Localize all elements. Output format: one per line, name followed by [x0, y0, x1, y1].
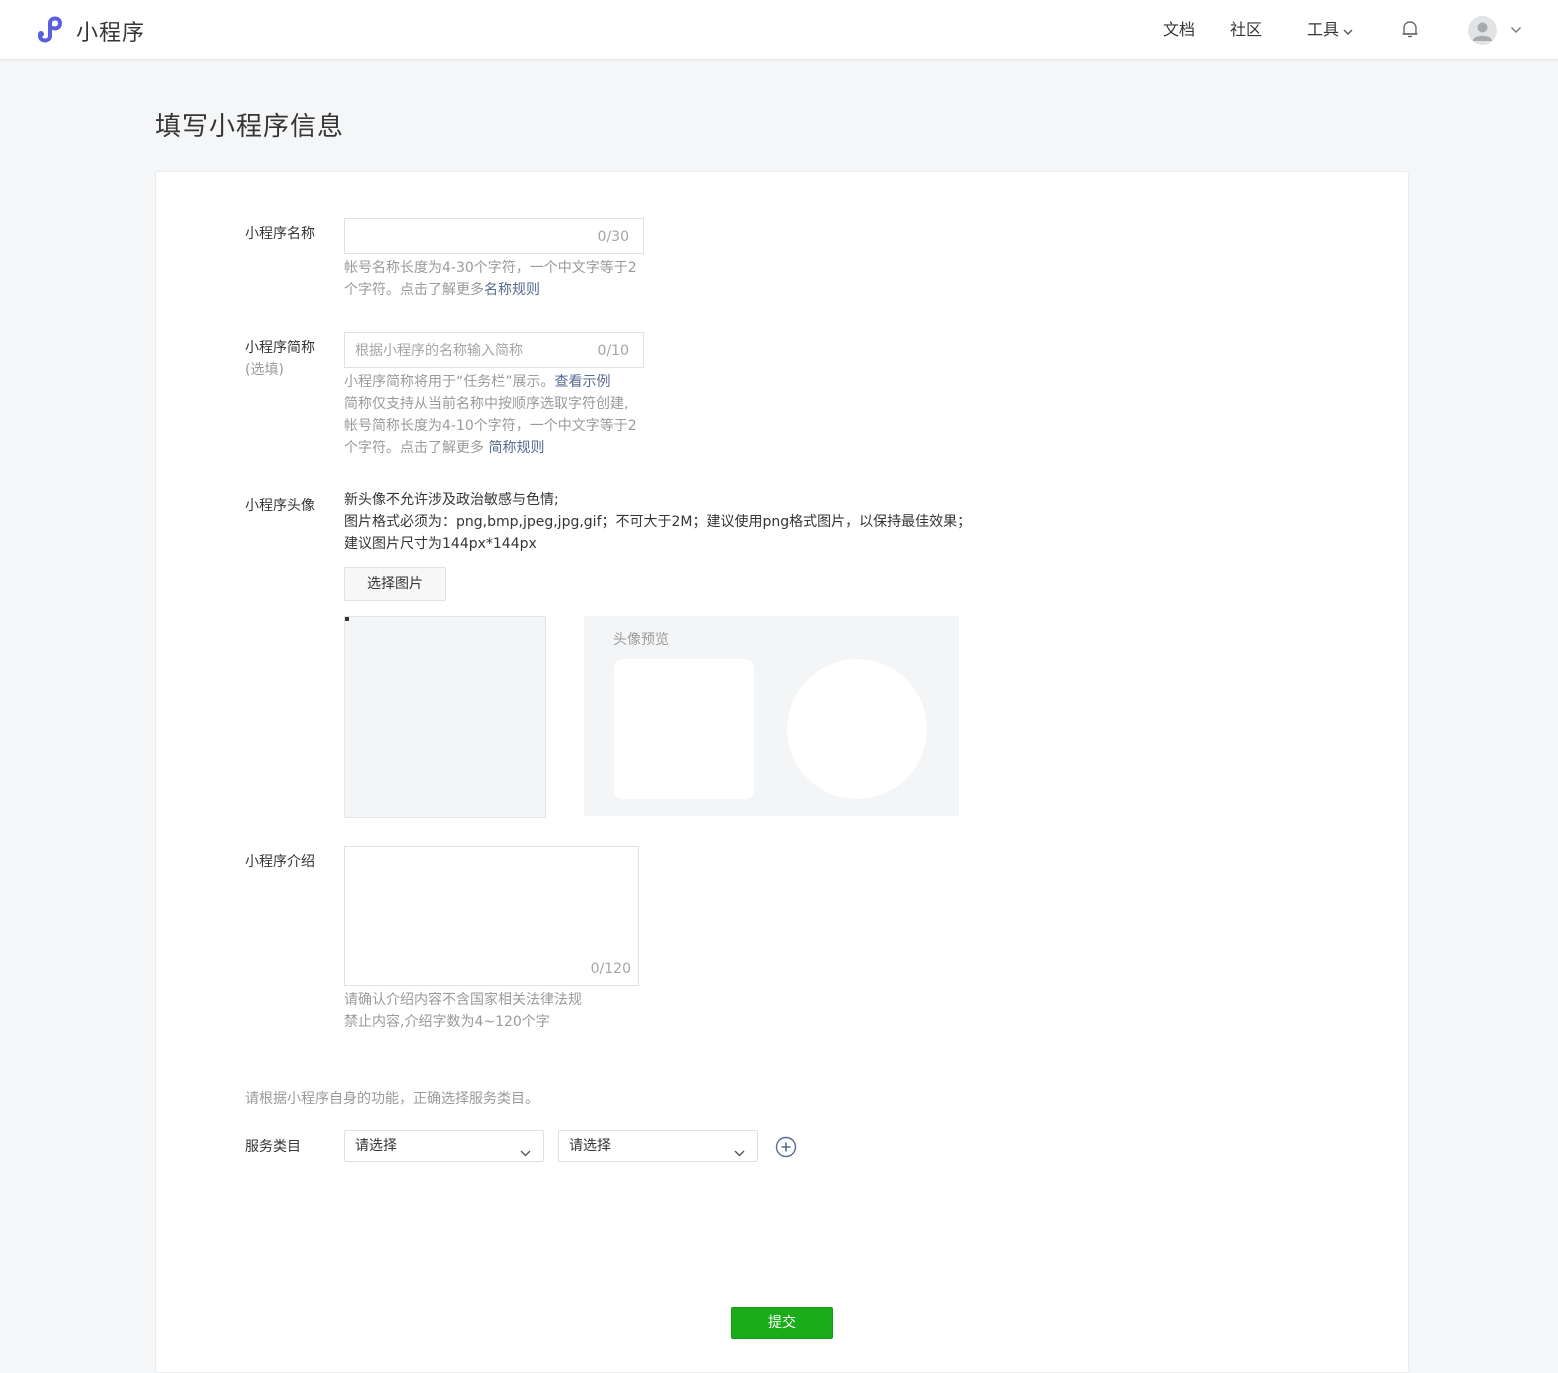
logo[interactable]: 小程序 — [36, 14, 145, 48]
intro-hint-line1: 请确认介绍内容不含国家相关法律法规 — [344, 992, 582, 1008]
avatar-crop-area[interactable] — [344, 616, 546, 818]
avatar-rule-line3: 建议图片尺寸为144px*144px — [344, 536, 537, 552]
name-input[interactable]: 0/30 — [344, 218, 644, 254]
name-label: 小程序名称 — [245, 226, 315, 242]
intro-hint: 请确认介绍内容不含国家相关法律法规 禁止内容,介绍字数为4~120个字 — [344, 989, 644, 1033]
category-notice: 请根据小程序自身的功能，正确选择服务类目。 — [245, 1091, 539, 1107]
category-label: 服务类目 — [245, 1139, 301, 1155]
avatar-label: 小程序头像 — [245, 498, 315, 514]
avatar-rule-line2: 图片格式必须为：png,bmp,jpeg,jpg,gif；不可大于2M；建议使用… — [344, 514, 972, 530]
intro-hint-line2: 禁止内容,介绍字数为4~120个字 — [344, 1014, 550, 1030]
category-select-primary[interactable]: 请选择 — [344, 1130, 544, 1162]
avatar-rules: 新头像不允许涉及政治敏感与色情; 图片格式必须为：png,bmp,jpeg,jp… — [344, 489, 984, 555]
nav-community[interactable]: 社区 — [1230, 0, 1262, 59]
category-select-secondary-value: 请选择 — [569, 1138, 611, 1154]
short-name-label: 小程序简称 (选填) — [245, 337, 315, 381]
crop-handle[interactable] — [345, 617, 349, 621]
page-title: 填写小程序信息 — [155, 112, 345, 142]
plus-circle-icon[interactable] — [775, 1136, 797, 1158]
category-select-primary-value: 请选择 — [355, 1138, 397, 1154]
short-name-hint-line2: 简称仅支持从当前名称中按顺序选取字符创建, — [344, 396, 629, 412]
short-name-hint-line3: 帐号简称长度为4-10个字符，一个中文字等于2 — [344, 418, 637, 434]
intro-textarea[interactable]: 0/120 — [344, 846, 639, 986]
avatar-preview-panel: 头像预览 — [584, 616, 959, 816]
name-hint: 帐号名称长度为4-30个字符，一个中文字等于2个字符。点击了解更多名称规则 — [344, 257, 639, 301]
short-name-hint-line4: 个字符。点击了解更多 — [344, 440, 489, 456]
nav-tools[interactable]: 工具 — [1307, 0, 1353, 59]
name-rules-link[interactable]: 名称规则 — [484, 282, 540, 298]
bell-icon[interactable] — [1400, 19, 1420, 43]
nav-docs[interactable]: 文档 — [1163, 0, 1195, 59]
avatar-preview-circle — [787, 659, 927, 799]
name-counter: 0/30 — [597, 229, 629, 245]
short-name-label-text: 小程序简称 — [245, 340, 315, 356]
top-navigation-bar: 小程序 文档 社区 工具 — [0, 0, 1558, 60]
avatar-preview-title: 头像预览 — [613, 632, 669, 648]
short-name-input[interactable]: 根据小程序的名称输入简称 0/10 — [344, 332, 644, 368]
intro-counter: 0/120 — [590, 961, 631, 977]
chevron-down-icon — [1343, 1, 1353, 60]
app-name: 小程序 — [76, 21, 146, 46]
short-name-rules-link[interactable]: 简称规则 — [488, 440, 544, 456]
user-avatar-icon[interactable] — [1468, 16, 1497, 45]
short-name-counter: 0/10 — [597, 343, 629, 359]
chevron-down-icon — [734, 1142, 745, 1161]
short-name-hint-line1: 小程序简称将用于“任务栏”展示。 — [344, 374, 555, 390]
avatar-rule-line1: 新头像不允许涉及政治敏感与色情; — [344, 492, 559, 508]
short-name-hint: 小程序简称将用于“任务栏”展示。查看示例 简称仅支持从当前名称中按顺序选取字符创… — [344, 371, 644, 459]
avatar-preview-square — [614, 659, 754, 799]
short-name-optional: (选填) — [245, 362, 284, 378]
intro-label: 小程序介绍 — [245, 854, 315, 870]
form-card: 小程序名称 0/30 帐号名称长度为4-30个字符，一个中文字等于2个字符。点击… — [155, 171, 1409, 1373]
nav-tools-label: 工具 — [1307, 20, 1340, 39]
mini-program-logo-icon — [36, 14, 68, 48]
category-select-secondary[interactable]: 请选择 — [558, 1130, 758, 1162]
submit-button[interactable]: 提交 — [731, 1307, 833, 1339]
short-name-placeholder: 根据小程序的名称输入简称 — [355, 343, 523, 359]
view-example-link[interactable]: 查看示例 — [555, 374, 611, 390]
account-chevron-down-icon[interactable] — [1510, 22, 1522, 41]
choose-image-button[interactable]: 选择图片 — [344, 567, 446, 601]
chevron-down-icon — [520, 1142, 531, 1161]
